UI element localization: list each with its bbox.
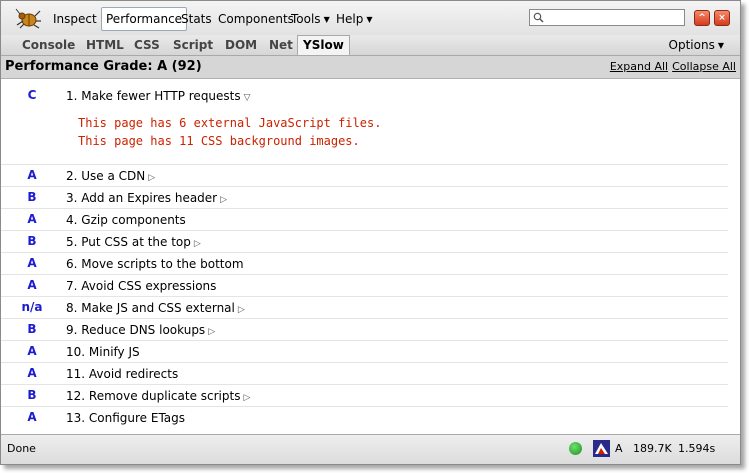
firebug-window: Inspect Performance Stats Components Too… <box>0 0 741 465</box>
stats-button[interactable]: Stats <box>181 10 212 28</box>
rule-row[interactable]: B 3. Add an Expires header ▷ <box>1 187 728 209</box>
expand-triangle-icon[interactable]: ▷ <box>238 305 245 315</box>
chevron-down-icon: ▼ <box>366 15 373 24</box>
rule-label[interactable]: 9. Reduce DNS lookups ▷ <box>66 323 215 337</box>
performance-button[interactable]: Performance <box>101 7 188 31</box>
rule-row[interactable]: B 12. Remove duplicate scripts ▷ <box>1 385 728 407</box>
rules-list: C 1. Make fewer HTTP requests ▽ This page… <box>1 79 740 435</box>
rule-row[interactable]: A 11. Avoid redirects <box>1 363 728 385</box>
main-toolbar: Inspect Performance Stats Components Too… <box>1 1 740 36</box>
rule-label[interactable]: 5. Put CSS at the top ▷ <box>66 235 201 249</box>
rule-grade: A <box>27 256 37 270</box>
close-icon[interactable]: × <box>714 10 730 26</box>
rule-label-text: 2. Use a CDN <box>66 169 146 183</box>
expand-triangle-icon[interactable]: ▷ <box>208 327 215 337</box>
firebug-icon[interactable] <box>15 7 41 29</box>
help-menu[interactable]: Help ▼ <box>336 10 373 28</box>
search-input[interactable] <box>546 10 678 25</box>
tools-menu[interactable]: Tools ▼ <box>291 10 330 28</box>
rule-grade: A <box>27 212 37 226</box>
rule-row[interactable]: A 4. Gzip components <box>1 209 728 231</box>
check-icon <box>569 442 582 455</box>
rule-grade: B <box>27 388 37 402</box>
rule-label[interactable]: 11. Avoid redirects <box>66 367 178 381</box>
rule-row[interactable]: A 10. Minify JS <box>1 341 728 363</box>
rule-grade: B <box>27 190 37 204</box>
rule-grade: C <box>27 88 37 102</box>
collapse-triangle-icon[interactable]: ▽ <box>244 93 251 103</box>
tab-script[interactable]: Script <box>173 37 213 53</box>
rule-label[interactable]: 10. Minify JS <box>66 345 140 359</box>
rule-grade: A <box>27 168 37 182</box>
tab-dom[interactable]: DOM <box>225 37 257 53</box>
rule-grade: A <box>27 344 37 358</box>
rule-detail: This page has 6 external JavaScript file… <box>78 116 382 130</box>
expand-all-link[interactable]: Expand All <box>610 60 668 73</box>
rule-label[interactable]: 13. Configure ETags <box>66 411 185 425</box>
rule-label[interactable]: 1. Make fewer HTTP requests ▽ <box>66 89 251 103</box>
chevron-down-icon: ▼ <box>323 15 330 24</box>
status-size: 189.7K <box>633 442 672 455</box>
rule-label-text: 1. Make fewer HTTP requests <box>66 89 241 103</box>
status-text: Done <box>7 442 36 455</box>
rule-grade: A <box>27 278 37 292</box>
rule-label[interactable]: 4. Gzip components <box>66 213 186 227</box>
tab-console[interactable]: Console <box>22 37 75 53</box>
status-grade: A <box>615 442 623 455</box>
rule-row[interactable]: C 1. Make fewer HTTP requests ▽ This page… <box>1 79 728 165</box>
status-bar: Done A 189.7K 1.594s <box>1 434 740 464</box>
rule-grade: A <box>27 410 37 424</box>
inspect-button[interactable]: Inspect <box>53 10 97 28</box>
rule-row[interactable]: A 7. Avoid CSS expressions <box>1 275 728 297</box>
rule-row[interactable]: A 2. Use a CDN ▷ <box>1 165 728 187</box>
tab-css[interactable]: CSS <box>134 37 160 53</box>
rule-grade: B <box>27 234 37 248</box>
minimize-icon[interactable]: ^ <box>694 10 710 26</box>
expand-triangle-icon[interactable]: ▷ <box>243 393 250 403</box>
yslow-icon[interactable] <box>593 440 610 457</box>
expand-triangle-icon[interactable]: ▷ <box>194 239 201 249</box>
tab-net[interactable]: Net <box>269 37 293 53</box>
rule-row[interactable]: A 13. Configure ETags <box>1 407 728 428</box>
chevron-down-icon: ▼ <box>717 41 724 50</box>
rule-label[interactable]: 7. Avoid CSS expressions <box>66 279 216 293</box>
rule-detail: This page has 11 CSS background images. <box>78 134 360 148</box>
tab-yslow[interactable]: YSlow <box>297 35 350 55</box>
expand-triangle-icon[interactable]: ▷ <box>220 195 227 205</box>
rule-row[interactable]: B 5. Put CSS at the top ▷ <box>1 231 728 253</box>
rule-label-text: 12. Remove duplicate scripts <box>66 389 241 403</box>
rule-label[interactable]: 12. Remove duplicate scripts ▷ <box>66 389 250 403</box>
rule-label-text: 8. Make JS and CSS external <box>66 301 235 315</box>
options-menu[interactable]: Options ▼ <box>669 37 724 53</box>
rule-label[interactable]: 8. Make JS and CSS external ▷ <box>66 301 245 315</box>
rule-label-text: 5. Put CSS at the top <box>66 235 191 249</box>
options-label: Options <box>668 38 715 52</box>
rule-row[interactable]: B 9. Reduce DNS lookups ▷ <box>1 319 728 341</box>
rule-label-text: 3. Add an Expires header <box>66 191 218 205</box>
status-time: 1.594s <box>678 442 716 455</box>
rule-row[interactable]: A 6. Move scripts to the bottom <box>1 253 728 275</box>
tools-menu-label: Tools <box>291 12 321 26</box>
rule-label[interactable]: 6. Move scripts to the bottom <box>66 257 244 271</box>
rule-row[interactable]: n/a 8. Make JS and CSS external ▷ <box>1 297 728 319</box>
rule-grade: B <box>27 322 37 336</box>
search-icon <box>533 12 544 23</box>
performance-grade-header: Performance Grade: A (92) Expand All Coll… <box>1 56 740 79</box>
expand-triangle-icon[interactable]: ▷ <box>148 173 155 183</box>
rule-label[interactable]: 2. Use a CDN ▷ <box>66 169 155 183</box>
collapse-all-link[interactable]: Collapse All <box>672 60 736 73</box>
components-button[interactable]: Components <box>218 10 294 28</box>
rule-grade: A <box>27 366 37 380</box>
rule-label[interactable]: 3. Add an Expires header ▷ <box>66 191 227 205</box>
rule-label-text: 9. Reduce DNS lookups <box>66 323 206 337</box>
rule-grade: n/a <box>21 300 43 314</box>
help-menu-label: Help <box>336 12 364 26</box>
search-box[interactable] <box>529 9 685 26</box>
tab-html[interactable]: HTML <box>86 37 124 53</box>
panel-tabs: Console HTML CSS Script DOM Net YSlow Op… <box>1 35 740 56</box>
performance-grade-title: Performance Grade: A (92) <box>5 59 202 74</box>
